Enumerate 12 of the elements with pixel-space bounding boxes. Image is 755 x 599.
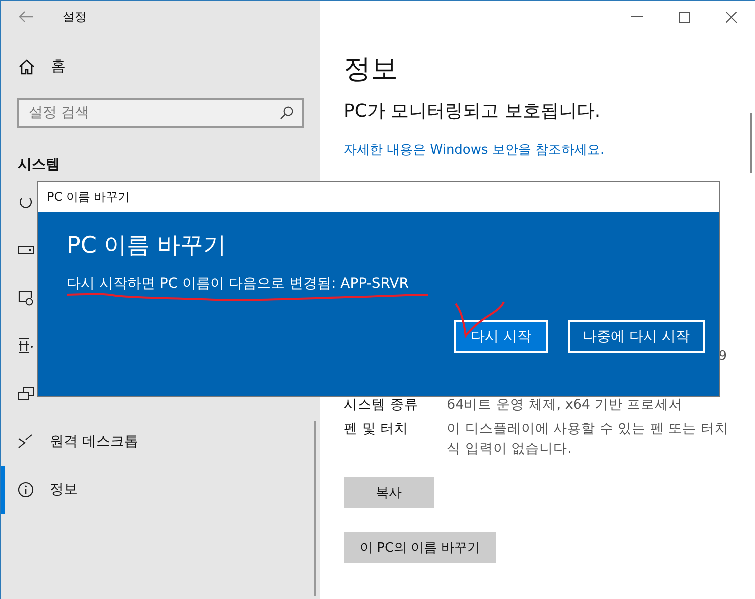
window-title: 설정 [63, 8, 87, 26]
page-title: 정보 [344, 53, 399, 87]
spec-value: 이 디스플레이에 사용할 수 있는 펜 또는 터치식 입력이 없습니다. [447, 420, 730, 459]
dialog-message: 다시 시작하면 PC 이름이 다음으로 변경됨: APP-SRVR [67, 275, 409, 293]
spec-value: 64비트 운영 체제, x64 기반 프로세서 [447, 396, 684, 415]
spec-label: 펜 및 터치 [344, 420, 410, 439]
dialog-title: PC 이름 바꾸기 [47, 188, 130, 206]
section-heading: 시스템 [18, 156, 60, 174]
status-text: PC가 모니터링되고 보호됩니다. [344, 100, 602, 123]
spec-value: 9 [718, 349, 727, 364]
spec-label: 시스템 종류 [344, 396, 420, 415]
dialog-heading: PC 이름 바꾸기 [67, 232, 227, 261]
